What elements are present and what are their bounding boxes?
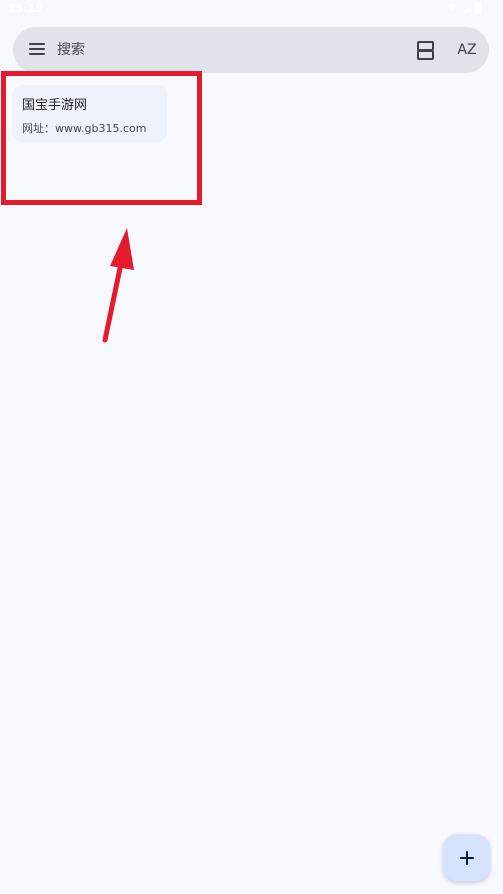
add-note-button[interactable]: [443, 834, 490, 881]
note-card[interactable]: 国宝手游网 网址：www.gb315.com: [12, 85, 167, 142]
status-time: 15:15: [8, 2, 44, 15]
menu-icon[interactable]: [29, 43, 45, 56]
signal-icon: [462, 3, 471, 13]
note-body: 网址：www.gb315.com: [22, 122, 147, 135]
search-input[interactable]: [57, 37, 357, 63]
sort-az-icon[interactable]: AZ: [455, 39, 479, 61]
note-title: 国宝手游网: [22, 98, 88, 113]
status-icons: [446, 3, 481, 13]
wifi-icon: [446, 3, 458, 13]
battery-icon: [475, 3, 481, 13]
plus-icon: [459, 850, 474, 865]
annotation-arrow: [102, 228, 134, 343]
search-bar: AZ: [13, 27, 489, 73]
view-toggle-icon[interactable]: [416, 41, 434, 60]
sort-label: AZ: [457, 42, 477, 58]
status-bar: 15:15: [0, 0, 503, 18]
